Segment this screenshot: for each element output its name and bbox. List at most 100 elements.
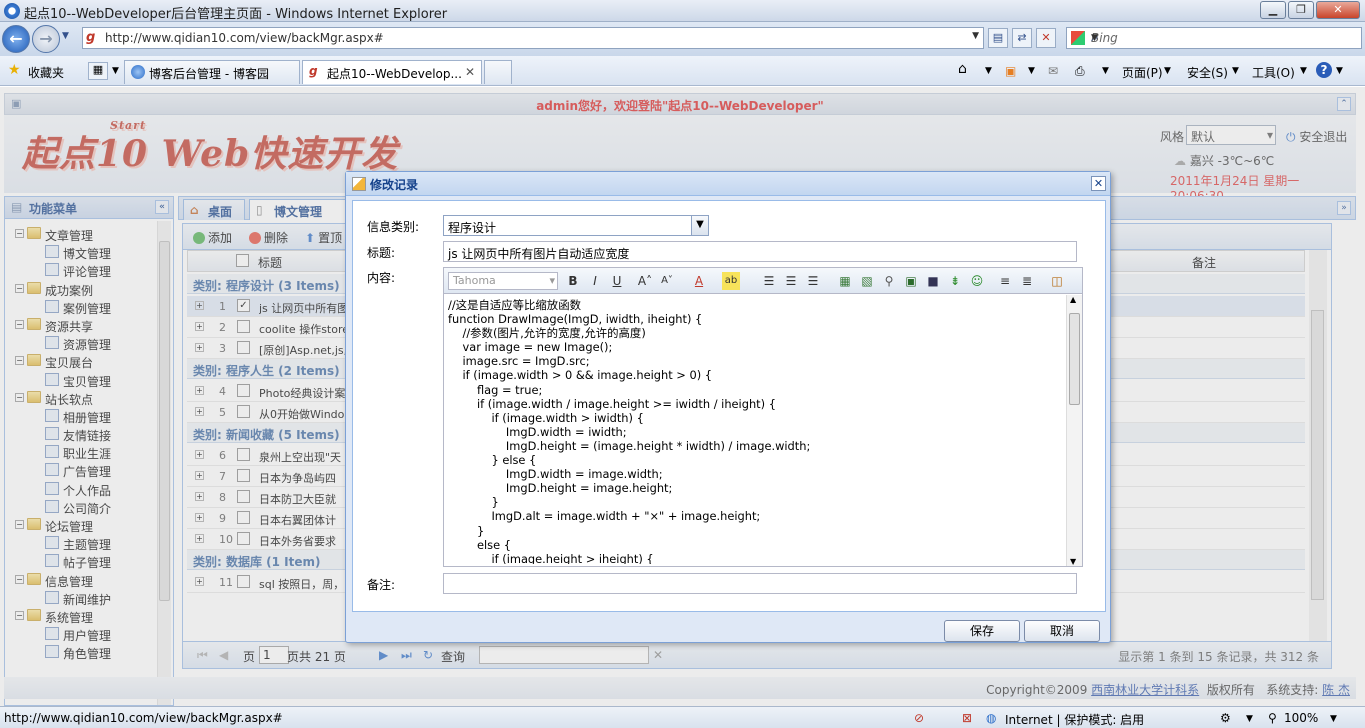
ie-icon (4, 3, 20, 19)
insert-table-icon[interactable]: ■ (924, 272, 942, 290)
address-bar: ← → ▼ g http://www.qidian10.com/view/bac… (0, 22, 1365, 56)
addons-dropdown-icon[interactable]: ▼ (1246, 714, 1253, 724)
stop-icon[interactable]: ✕ (1036, 28, 1056, 48)
safety-menu[interactable]: 安全(S) (1187, 64, 1228, 81)
compat-view-icon[interactable]: ▤ (988, 28, 1008, 48)
cancel-button[interactable]: 取消 (1024, 620, 1100, 642)
minimize-button[interactable]: ▁ (1260, 1, 1286, 19)
search-dropdown-icon[interactable]: ▼ (1091, 33, 1355, 43)
editor-content[interactable]: //这是自适应等比缩放函数 function DrawImage(ImgD, i… (448, 298, 1066, 564)
search-field[interactable]: Bing ⌕ ▼ (1066, 27, 1362, 49)
safety-menu-dropdown-icon[interactable]: ▼ (1232, 66, 1239, 76)
tab-favicon-icon (131, 65, 145, 79)
home-icon[interactable]: ⌂ (958, 61, 967, 77)
blocked-icon[interactable]: ⊠ (962, 711, 972, 725)
shrink-font-icon[interactable]: A˅ (658, 272, 676, 290)
tab-list-dropdown-icon[interactable]: ▼ (112, 66, 119, 76)
tab-favicon-icon: g (309, 64, 318, 78)
feeds-icon[interactable]: ▣ (1005, 64, 1016, 78)
highlight-icon[interactable]: ab (722, 272, 740, 290)
font-select[interactable]: Tahoma (448, 272, 558, 290)
editor-toolbar: Tahoma B I U A˄ A˅ A ab ☰ ☰ ☰ ▦ ▧ ⚲ ▣ ■ … (444, 268, 1082, 294)
history-dropdown-icon[interactable]: ▼ (62, 31, 69, 41)
print-dropdown-icon[interactable]: ▼ (1102, 66, 1109, 76)
globe-icon: ◍ (986, 711, 997, 725)
page-menu-dropdown-icon[interactable]: ▼ (1164, 66, 1171, 76)
italic-icon[interactable]: I (586, 272, 604, 290)
bing-icon (1071, 31, 1085, 45)
browser-tab-blog[interactable]: 博客后台管理 - 博客园 (124, 60, 300, 84)
insert-image-icon[interactable]: ▦ (836, 272, 854, 290)
dialog-body: 信息类别: 程序设计 ▼ 标题: js 让网页中所有图片自动适应宽度 内容: T… (352, 200, 1106, 612)
scrollbar-thumb[interactable] (1069, 313, 1080, 405)
content-label: 内容: (367, 271, 396, 285)
security-zone[interactable]: Internet | 保护模式: 启用 (1005, 711, 1144, 728)
zoom-icon: ⚲ (1268, 711, 1277, 725)
window-title: 起点10--WebDeveloper后台管理主页面 - Windows Inte… (24, 7, 448, 22)
favorites-star-icon[interactable]: ★ (8, 62, 21, 78)
maximize-button[interactable]: ❐ (1288, 1, 1314, 19)
status-url: http://www.qidian10.com/view/backMgr.asp… (4, 711, 283, 725)
align-left-icon[interactable]: ☰ (760, 272, 778, 290)
insert-media-icon[interactable]: ▣ (902, 272, 920, 290)
feeds-dropdown-icon[interactable]: ▼ (1028, 66, 1035, 76)
scroll-down-icon[interactable]: ▼ (1070, 557, 1076, 566)
title-input[interactable]: js 让网页中所有图片自动适应宽度 (443, 241, 1077, 262)
forward-button[interactable]: → (32, 25, 60, 53)
remark-label: 备注: (367, 578, 396, 592)
zoom-dropdown-icon[interactable]: ▼ (1330, 714, 1337, 724)
addons-icon[interactable]: ⚙ (1220, 711, 1231, 725)
align-right-icon[interactable]: ☰ (804, 272, 822, 290)
page-menu[interactable]: 页面(P) (1122, 64, 1163, 81)
insert-file-icon[interactable]: ▧ (858, 272, 876, 290)
refresh-icon[interactable]: ⇄ (1012, 28, 1032, 48)
url-field[interactable]: g http://www.qidian10.com/view/backMgr.a… (82, 27, 984, 49)
url-dropdown-icon[interactable]: ▼ (972, 31, 979, 41)
dialog-header[interactable]: 修改记录 ✕ (346, 172, 1110, 196)
close-dialog-icon[interactable]: ✕ (1091, 176, 1106, 191)
category-select[interactable]: 程序设计 ▼ (443, 215, 709, 236)
insert-hr-icon[interactable]: ⇟ (946, 272, 964, 290)
zoom-level[interactable]: 100% (1284, 711, 1318, 725)
dialog-title: 修改记录 (370, 178, 419, 192)
remark-input[interactable] (443, 573, 1077, 594)
edit-record-dialog: 修改记录 ✕ 信息类别: 程序设计 ▼ 标题: js 让网页中所有图片自动适应宽… (345, 171, 1111, 643)
editor-scrollbar[interactable]: ▲ ▼ (1066, 295, 1082, 566)
close-window-button[interactable]: ✕ (1316, 1, 1360, 19)
category-label: 信息类别: (367, 220, 420, 234)
help-dropdown-icon[interactable]: ▼ (1336, 66, 1343, 76)
ordered-list-icon[interactable]: ≡ (996, 272, 1014, 290)
link-icon[interactable]: ⚲ (880, 272, 898, 290)
back-button[interactable]: ← (2, 25, 30, 53)
window-titlebar: 起点10--WebDeveloper后台管理主页面 - Windows Inte… (0, 0, 1365, 22)
emoticon-icon[interactable]: ☺ (968, 272, 986, 290)
print-icon[interactable]: ⎙ (1075, 64, 1085, 79)
edit-icon (352, 177, 366, 191)
chevron-down-icon[interactable]: ▼ (691, 216, 708, 235)
close-tab-icon[interactable]: ✕ (465, 65, 475, 79)
save-button[interactable]: 保存 (944, 620, 1020, 642)
tools-menu[interactable]: 工具(O) (1252, 64, 1295, 81)
privacy-icon[interactable]: ⊘ (914, 711, 924, 725)
unordered-list-icon[interactable]: ≣ (1018, 272, 1036, 290)
scroll-up-icon[interactable]: ▲ (1070, 295, 1076, 304)
underline-icon[interactable]: U (608, 272, 626, 290)
font-color-icon[interactable]: A (690, 272, 708, 290)
mail-icon[interactable]: ✉ (1048, 64, 1058, 78)
tools-menu-dropdown-icon[interactable]: ▼ (1300, 66, 1307, 76)
browser-tab-qidian[interactable]: g 起点10--WebDevelop... ✕ (302, 60, 482, 84)
favorites-bar: ★ 收藏夹 ▦ ▼ 博客后台管理 - 博客园 g 起点10--WebDevelo… (0, 56, 1365, 86)
content-editor: Tahoma B I U A˄ A˅ A ab ☰ ☰ ☰ ▦ ▧ ⚲ ▣ ■ … (443, 267, 1083, 567)
help-icon[interactable]: ? (1316, 62, 1332, 78)
title-label: 标题: (367, 246, 396, 260)
align-center-icon[interactable]: ☰ (782, 272, 800, 290)
home-dropdown-icon[interactable]: ▼ (985, 66, 992, 76)
site-favicon-icon: g (86, 30, 96, 45)
new-tab-button[interactable] (484, 60, 512, 84)
quick-tabs-icon[interactable]: ▦ (88, 62, 108, 80)
status-bar: http://www.qidian10.com/view/backMgr.asp… (0, 706, 1365, 728)
favorites-label[interactable]: 收藏夹 (28, 64, 64, 81)
bold-icon[interactable]: B (564, 272, 582, 290)
grow-font-icon[interactable]: A˄ (636, 272, 654, 290)
source-mode-icon[interactable]: ◫ (1048, 272, 1066, 290)
